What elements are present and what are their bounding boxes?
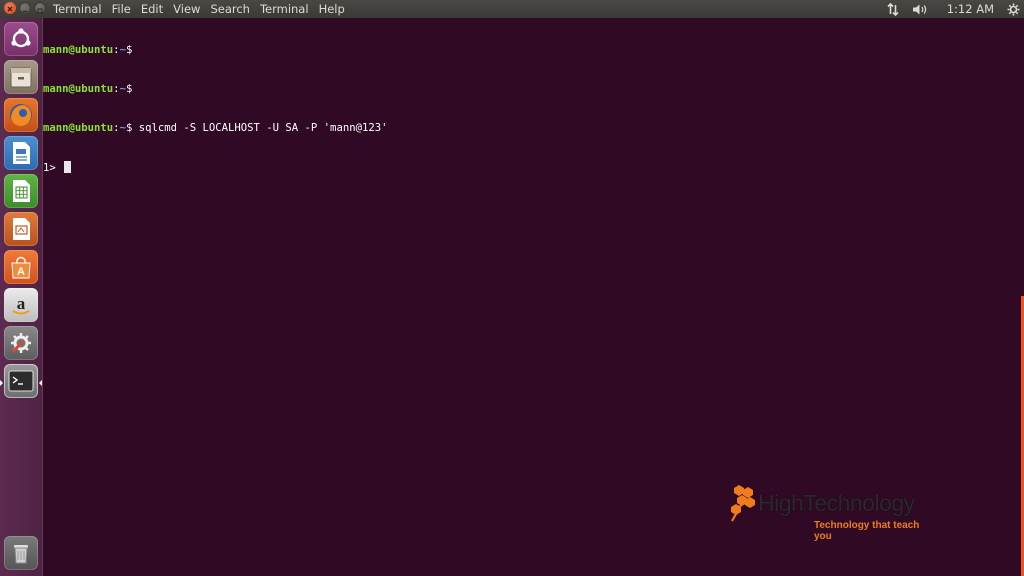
launcher-libreoffice-calc[interactable] <box>4 174 38 208</box>
prompt-user: mann@ubuntu <box>43 44 114 56</box>
sound-indicator[interactable] <box>909 0 933 18</box>
sqlcmd-prompt: 1> <box>43 162 63 174</box>
terminal-icon <box>8 370 34 392</box>
ubuntu-logo-icon <box>11 28 31 48</box>
launcher-dash[interactable] <box>4 22 38 56</box>
launcher-amazon[interactable]: a <box>4 288 38 322</box>
text-cursor <box>64 161 72 173</box>
focused-indicator <box>39 380 42 386</box>
launcher-libreoffice-writer[interactable] <box>4 136 38 170</box>
menu-bar: Terminal File Edit View Search Terminal … <box>53 0 350 18</box>
restore-icon <box>37 8 43 14</box>
writer-document-icon <box>13 142 30 164</box>
file-cabinet-icon <box>10 67 32 88</box>
launcher-libreoffice-impress[interactable] <box>4 212 38 246</box>
prompt-user: mann@ubuntu <box>43 122 114 134</box>
shopping-bag-icon: A <box>11 256 31 279</box>
window-controls <box>4 2 46 14</box>
command-text: sqlcmd -S LOCALHOST -U SA -P 'mann@123' <box>132 122 388 134</box>
maximize-window-button[interactable] <box>34 2 46 14</box>
network-indicator[interactable] <box>885 0 901 18</box>
clock[interactable]: 1:12 AM <box>947 0 994 18</box>
launcher-files[interactable] <box>4 60 38 94</box>
terminal-line: mann@ubuntu:~$ <box>43 44 1024 57</box>
impress-presentation-icon <box>13 218 30 240</box>
launcher-ubuntu-software[interactable]: A <box>4 250 38 284</box>
top-panel: Terminal File Edit View Search Terminal … <box>0 0 1024 18</box>
speaker-icon <box>912 4 926 14</box>
minimize-icon <box>23 10 27 13</box>
menu-search[interactable]: Search <box>205 0 255 18</box>
launcher-terminal[interactable] <box>4 364 38 398</box>
terminal-line: mann@ubuntu:~$ <box>43 83 1024 96</box>
watermark-subtitle: Technology that teach you <box>814 520 920 542</box>
settings-wrench-gear-icon <box>11 333 31 354</box>
svg-text:A: A <box>17 266 25 278</box>
launcher-trash[interactable] <box>4 536 38 570</box>
menu-edit[interactable]: Edit <box>136 0 168 18</box>
prompt-user: mann@ubuntu <box>43 83 114 95</box>
session-menu[interactable] <box>1006 0 1020 18</box>
calc-spreadsheet-icon <box>13 180 30 202</box>
firefox-icon <box>10 104 32 126</box>
hightechnology-watermark: HighTechnology Technology that teach you <box>728 484 938 542</box>
menu-help[interactable]: Help <box>314 0 350 18</box>
svg-text:a: a <box>17 294 26 313</box>
prompt-suffix: $ <box>125 44 133 56</box>
close-icon <box>7 6 13 12</box>
close-window-button[interactable] <box>4 2 16 14</box>
menu-terminal[interactable]: Terminal <box>255 0 314 18</box>
sqlcmd-prompt-line: 1> <box>43 161 1024 174</box>
app-name: Terminal <box>53 2 102 16</box>
launcher-system-settings[interactable] <box>4 326 38 360</box>
gear-icon <box>1007 3 1019 15</box>
prompt-suffix: $ <box>125 83 133 95</box>
network-arrows-icon <box>887 2 899 16</box>
unity-launcher: A a <box>0 18 43 576</box>
indicator-area: 1:12 AM <box>885 0 1020 18</box>
hightechnology-logo-icon <box>731 485 755 522</box>
terminal-line: mann@ubuntu:~$ sqlcmd -S LOCALHOST -U SA… <box>43 122 1024 135</box>
launcher-firefox[interactable] <box>4 98 38 132</box>
trash-icon <box>14 545 28 564</box>
menu-file[interactable]: File <box>107 0 136 18</box>
running-indicator <box>0 380 3 386</box>
watermark-title: HighTechnology <box>758 490 915 516</box>
amazon-icon: a <box>12 294 30 315</box>
menu-view[interactable]: View <box>168 0 205 18</box>
minimize-window-button[interactable] <box>19 2 31 14</box>
